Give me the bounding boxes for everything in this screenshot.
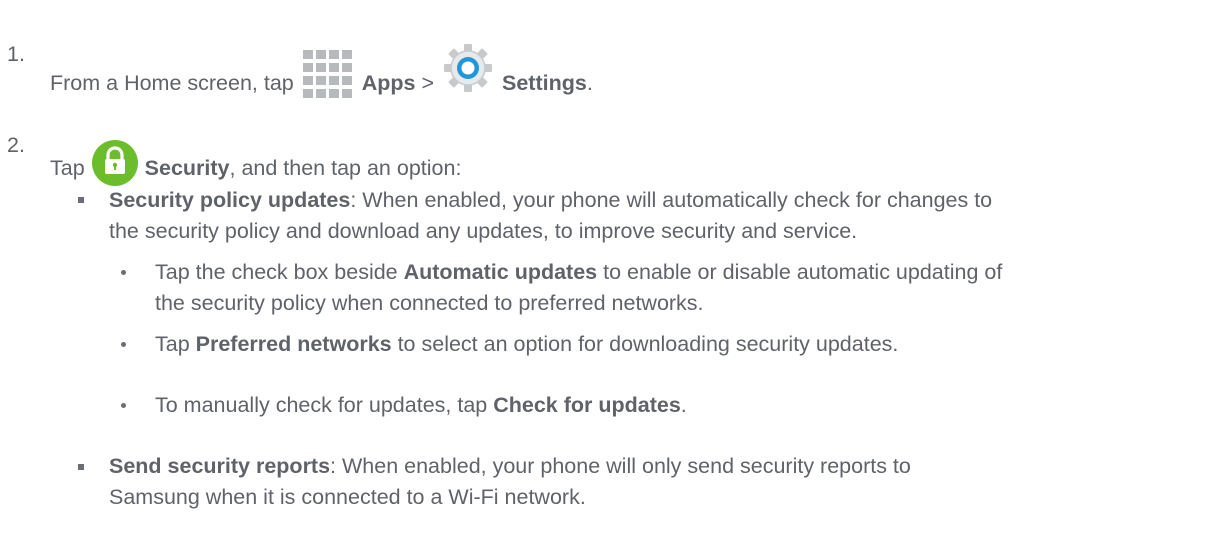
sub-1-bold: Automatic updates	[403, 260, 598, 284]
option-2-line-1: Send security reports: When enabled, you…	[109, 453, 911, 479]
security-lock-icon	[91, 139, 139, 187]
step-2-number: 2.	[7, 133, 25, 157]
option-2-line-2: Samsung when it is connected to a Wi-Fi …	[109, 484, 586, 510]
sub-3-bullet	[121, 403, 126, 408]
sub-1-line-1: Tap the check box beside Automatic updat…	[155, 259, 1002, 285]
settings-gear-icon	[440, 42, 496, 98]
sub-3-bold: Check for updates	[493, 393, 681, 417]
apps-grid-icon	[300, 48, 356, 104]
step-2-intro: Tap	[50, 156, 85, 180]
sub-3-pre: To manually check for updates, tap	[155, 393, 494, 417]
step-1-separator: >	[421, 71, 435, 95]
step-2-text: Tap Security, and then tap an option:	[50, 133, 462, 186]
sub-1-bullet	[121, 270, 126, 275]
option-1-bullet	[78, 197, 84, 203]
option-1-line-1: Security policy updates: When enabled, y…	[109, 187, 992, 213]
option-1-desc-1: : When enabled, your phone will automati…	[350, 188, 993, 212]
security-label: Security	[144, 156, 230, 180]
option-2-desc-1: : When enabled, your phone will only sen…	[330, 454, 911, 478]
option-1-desc-2: the security policy and download any upd…	[109, 219, 858, 243]
sub-3-line: To manually check for updates, tap Check…	[155, 392, 687, 418]
sub-1-line-2: the security policy when connected to pr…	[155, 290, 704, 316]
step-1-number: 1.	[7, 42, 25, 66]
apps-label: Apps	[361, 71, 416, 95]
step-2-rest: , and then tap an option:	[229, 156, 462, 180]
step-1-period: .	[586, 71, 593, 95]
sub-2-post: to select an option for downloading secu…	[391, 332, 899, 356]
option-2-bullet	[78, 464, 84, 470]
sub-1-line2-text: the security policy when connected to pr…	[155, 291, 704, 315]
sub-1-post: to enable or disable automatic updating …	[597, 260, 1003, 284]
settings-label: Settings	[502, 71, 587, 95]
option-2-title: Send security reports	[109, 454, 331, 478]
option-1-title: Security policy updates	[109, 188, 351, 212]
sub-3-post: .	[680, 393, 687, 417]
sub-2-pre: Tap	[155, 332, 196, 356]
sub-2-bold: Preferred networks	[195, 332, 392, 356]
sub-1-pre: Tap the check box beside	[155, 260, 404, 284]
step-1-text: From a Home screen, tap Apps > Settings.	[50, 40, 593, 98]
sub-2-bullet	[121, 342, 126, 347]
step-1-intro: From a Home screen, tap	[50, 71, 294, 95]
sub-2-line: Tap Preferred networks to select an opti…	[155, 331, 898, 357]
option-1-line-2: the security policy and download any upd…	[109, 218, 857, 244]
option-2-desc-2: Samsung when it is connected to a Wi-Fi …	[109, 485, 586, 509]
